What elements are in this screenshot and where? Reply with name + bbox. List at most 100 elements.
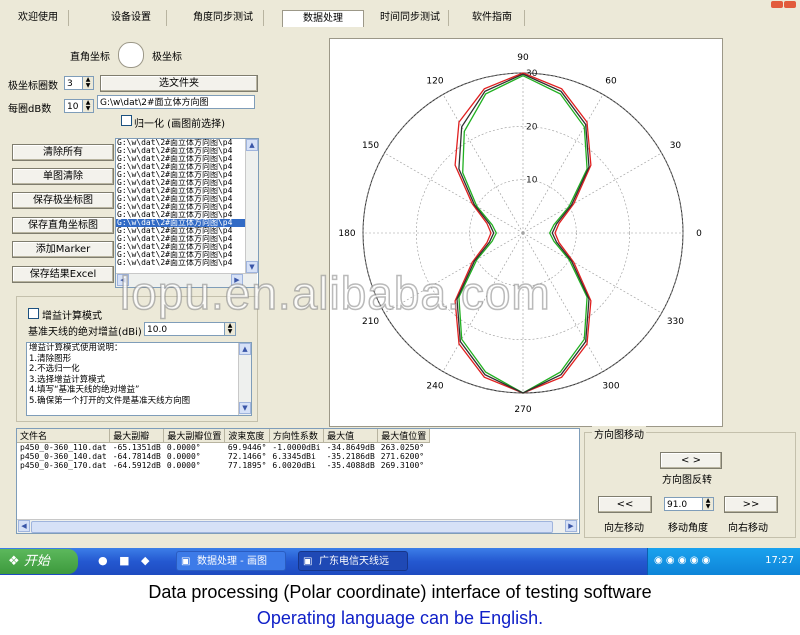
clear-single-button[interactable]: 单图清除 bbox=[12, 168, 114, 185]
table-cell: -35.2186dB bbox=[326, 452, 375, 461]
file-list-item[interactable]: G:\w\dat\2#面立体方向图\p4 bbox=[116, 155, 258, 163]
move-left-button[interactable]: << bbox=[598, 496, 652, 513]
tab-welcome[interactable]: 欢迎使用 bbox=[8, 10, 69, 26]
save-polar-button[interactable]: 保存极坐标图 bbox=[12, 192, 114, 209]
file-list-item[interactable]: G:\w\dat\2#面立体方向图\p4 bbox=[116, 195, 258, 203]
spinner-arrows-icon[interactable]: ▲ ▼ bbox=[82, 100, 93, 112]
tab-software-guide[interactable]: 软件指南 bbox=[460, 10, 525, 26]
file-list-item[interactable]: G:\w\dat\2#面立体方向图\p4 bbox=[116, 211, 258, 219]
results-body: p450_0-360_110.dat -65.1351dB 0.0000° 69.94… bbox=[17, 443, 430, 470]
window-buttons bbox=[770, 0, 798, 8]
start-label: 开始 bbox=[23, 554, 50, 569]
close-button[interactable] bbox=[784, 1, 796, 8]
polar-grid-spoke bbox=[522, 152, 662, 234]
task-data-processing[interactable]: ▣ 数据处理 - 画图 bbox=[176, 551, 286, 571]
file-list-item[interactable]: G:\w\dat\2#面立体方向图\p4 bbox=[116, 219, 258, 227]
save-excel-button[interactable]: 保存结果Excel bbox=[12, 266, 114, 283]
normalize-label: 归一化 (画图前选择) bbox=[134, 119, 225, 130]
table-cell: 0.0000° bbox=[166, 443, 201, 452]
taskbar: ❖ 开始 ● ■ ◆ ▣ 数据处理 - 画图 ▣ 广东电信天线远场... ◉ ◉… bbox=[0, 548, 800, 587]
table-cell: 77.1895° bbox=[227, 461, 267, 470]
polar-angle-label: 120 bbox=[426, 77, 443, 87]
db-per-circle-value: 10 bbox=[67, 102, 79, 112]
file-list-item[interactable]: G:\w\dat\2#面立体方向图\p4 bbox=[116, 227, 258, 235]
file-list-item[interactable]: G:\w\dat\2#面立体方向图\p4 bbox=[116, 171, 258, 179]
cartesian-label: 直角坐标 bbox=[70, 52, 110, 63]
flip-pattern-button[interactable]: < > bbox=[660, 452, 722, 469]
results-column-header[interactable]: 最大副瓣位置 bbox=[163, 429, 226, 443]
file-list-item[interactable]: G:\w\dat\2#面立体方向图\p4 bbox=[116, 163, 258, 171]
coord-toggle-knob[interactable] bbox=[118, 42, 144, 68]
polar-chart: 0306090120150180210240270300330102030 bbox=[338, 53, 702, 415]
normalize-checkbox[interactable] bbox=[121, 115, 132, 126]
scroll-right-icon[interactable]: ▶ bbox=[565, 520, 577, 532]
table-row[interactable]: p450_0-360_140.dat -64.7814dB 0.0000° 72.14… bbox=[17, 452, 430, 461]
polar-angle-label: 180 bbox=[338, 229, 355, 239]
spinner-arrows-icon[interactable]: ▲ ▼ bbox=[702, 498, 713, 510]
move-angle-spinner[interactable]: 91.0 ▲ ▼ bbox=[664, 497, 714, 511]
scroll-down-icon[interactable]: ▼ bbox=[239, 402, 251, 414]
scroll-up-icon[interactable]: ▲ bbox=[246, 139, 258, 151]
table-cell: p450_0-360_170.dat bbox=[20, 461, 107, 470]
results-column-header[interactable]: 波束宽度 bbox=[224, 429, 270, 443]
move-right-button[interactable]: >> bbox=[724, 496, 778, 513]
results-column-header[interactable]: 最大值位置 bbox=[377, 429, 431, 443]
table-row[interactable]: p450_0-360_170.dat -64.5912dB 0.0000° 77.18… bbox=[17, 461, 430, 470]
instruction-line: 5.确保第一个打开的文件是基准天线方向图 bbox=[29, 395, 191, 406]
table-cell: -1.0000dBi bbox=[272, 443, 321, 452]
tab-device-settings[interactable]: 设备设置 bbox=[96, 10, 167, 26]
select-folder-button[interactable]: 选文件夹 bbox=[100, 75, 258, 92]
results-column-header[interactable]: 方向性系数 bbox=[269, 429, 325, 443]
clear-all-button[interactable]: 清除所有 bbox=[12, 144, 114, 161]
tab-angle-sync-test[interactable]: 角度同步测试 bbox=[183, 10, 264, 26]
file-list-item[interactable]: G:\w\dat\2#面立体方向图\p4 bbox=[116, 147, 258, 155]
spinner-arrows-icon[interactable]: ▲ ▼ bbox=[82, 77, 93, 89]
polar-circles-spinner[interactable]: 3 ▲ ▼ bbox=[64, 76, 94, 90]
table-cell: 6.0020dBi bbox=[272, 461, 316, 470]
file-list-item[interactable]: G:\w\dat\2#面立体方向图\p4 bbox=[116, 243, 258, 251]
results-column-header[interactable]: 最大副瓣 bbox=[109, 429, 165, 443]
file-list-item[interactable]: G:\w\dat\2#面立体方向图\p4 bbox=[116, 139, 258, 147]
add-marker-button[interactable]: 添加Marker bbox=[12, 241, 114, 258]
table-row[interactable]: p450_0-360_110.dat -65.1351dB 0.0000° 69.94… bbox=[17, 443, 430, 452]
file-list-item[interactable]: G:\w\dat\2#面立体方向图\p4 bbox=[116, 187, 258, 195]
tray-icons[interactable]: ◉ ◉ ◉ ◉ ◉ bbox=[654, 555, 710, 566]
gain-instructions-box[interactable]: 增益计算模式使用说明： 1.清除图形 2.不选归一化 3.选择增益计算模式 4.… bbox=[26, 342, 252, 416]
ref-gain-spinner[interactable]: 10.0 ▲ ▼ bbox=[144, 322, 236, 336]
scroll-up-icon[interactable]: ▲ bbox=[239, 343, 251, 355]
table-cell: 263.0250° bbox=[380, 443, 425, 452]
instructions-vscroll[interactable]: ▲ ▼ bbox=[238, 343, 251, 415]
spinner-arrows-icon[interactable]: ▲ ▼ bbox=[224, 323, 235, 335]
tab-time-sync-test[interactable]: 时间同步测试 bbox=[372, 10, 449, 26]
task-antenna-far-field[interactable]: ▣ 广东电信天线远场... bbox=[298, 551, 408, 587]
results-column-header[interactable]: 最大值 bbox=[323, 429, 379, 443]
gain-mode-label: 增益计算模式 bbox=[42, 311, 102, 322]
polar-label: 极坐标 bbox=[152, 52, 182, 63]
results-column-header[interactable]: 文件名 bbox=[17, 429, 111, 443]
tab-data-processing[interactable]: 数据处理 bbox=[282, 10, 364, 27]
results-hscroll[interactable]: ◀ ▶ bbox=[17, 519, 578, 533]
results-header-row: 文件名 最大副瓣 最大副瓣位置 波束宽度 方向性系数 最大值 最大值位置 bbox=[17, 429, 431, 443]
polar-angle-label: 60 bbox=[605, 77, 617, 87]
scroll-left-icon[interactable]: ◀ bbox=[18, 520, 30, 532]
file-list-item[interactable]: G:\w\dat\2#面立体方向图\p4 bbox=[116, 203, 258, 211]
file-list-item[interactable]: G:\w\dat\2#面立体方向图\p4 bbox=[116, 235, 258, 243]
gain-mode-checkbox[interactable] bbox=[28, 308, 39, 319]
db-per-circle-spinner[interactable]: 10 ▲ ▼ bbox=[64, 99, 94, 113]
polar-angle-label: 330 bbox=[667, 317, 684, 327]
table-cell: 0.0000° bbox=[166, 452, 201, 461]
file-list-item[interactable]: G:\w\dat\2#面立体方向图\p4 bbox=[116, 251, 258, 259]
save-cartesian-button[interactable]: 保存直角坐标图 bbox=[12, 217, 114, 234]
start-button[interactable]: ❖ 开始 bbox=[0, 549, 78, 574]
table-cell: 271.6200° bbox=[380, 452, 425, 461]
move-right-label: 向右移动 bbox=[728, 523, 768, 534]
folder-path-field[interactable]: G:\w\dat\2#面立体方向图 bbox=[97, 95, 255, 109]
window-button[interactable] bbox=[771, 1, 783, 8]
file-list-vscroll[interactable]: ▲ ▼ bbox=[245, 139, 258, 273]
move-angle-value: 91.0 bbox=[667, 500, 688, 510]
scroll-thumb[interactable] bbox=[31, 521, 553, 533]
quicklaunch-icons[interactable]: ● ■ ◆ bbox=[98, 554, 153, 567]
table-cell: -64.5912dB bbox=[112, 461, 161, 470]
file-list-item[interactable]: G:\w\dat\2#面立体方向图\p4 bbox=[116, 179, 258, 187]
polar-angle-label: 300 bbox=[602, 381, 619, 391]
